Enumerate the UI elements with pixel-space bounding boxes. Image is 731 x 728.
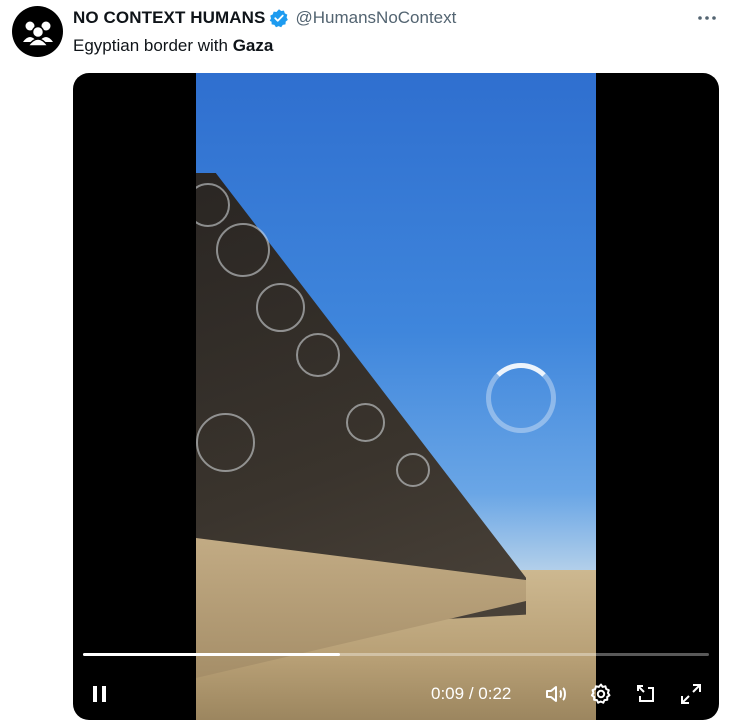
wire-coil [256,283,305,332]
loading-spinner-icon [486,363,556,433]
volume-icon[interactable] [543,681,569,707]
wire-coil [216,223,270,277]
video-player[interactable]: 0:09 / 0:22 [73,73,719,720]
pause-icon[interactable] [87,681,113,707]
tweet-text: Egyptian border with Gaza [73,35,273,57]
video-progress-bar[interactable] [83,653,709,656]
video-progress-fill [83,653,340,656]
author-handle[interactable]: @HumansNoContext [295,8,456,28]
fullscreen-icon[interactable] [678,681,704,707]
author-name[interactable]: NO CONTEXT HUMANS [73,8,265,28]
tweet-text-bold[interactable]: Gaza [233,36,274,55]
time-separator: / [464,684,479,703]
wire-coil [196,413,255,472]
video-controls: 0:09 / 0:22 [73,673,719,713]
wire-coil [296,333,340,377]
tweet-text-prefix: Egyptian border with [73,36,233,55]
duration: 0:22 [478,684,512,703]
more-dots-icon[interactable] [695,7,719,29]
avatar[interactable] [12,6,63,57]
tweet-header: NO CONTEXT HUMANS @HumansNoContext [73,7,719,29]
wire-coil [396,453,430,487]
verified-badge-icon [269,8,289,28]
gear-icon[interactable] [588,681,614,707]
current-time: 0:09 [431,684,465,703]
video-time: 0:09 / 0:22 [431,683,511,705]
video-frame[interactable] [196,73,596,720]
people-group-icon [18,12,57,51]
wire-coil [346,403,385,442]
picture-in-picture-icon[interactable] [633,681,659,707]
